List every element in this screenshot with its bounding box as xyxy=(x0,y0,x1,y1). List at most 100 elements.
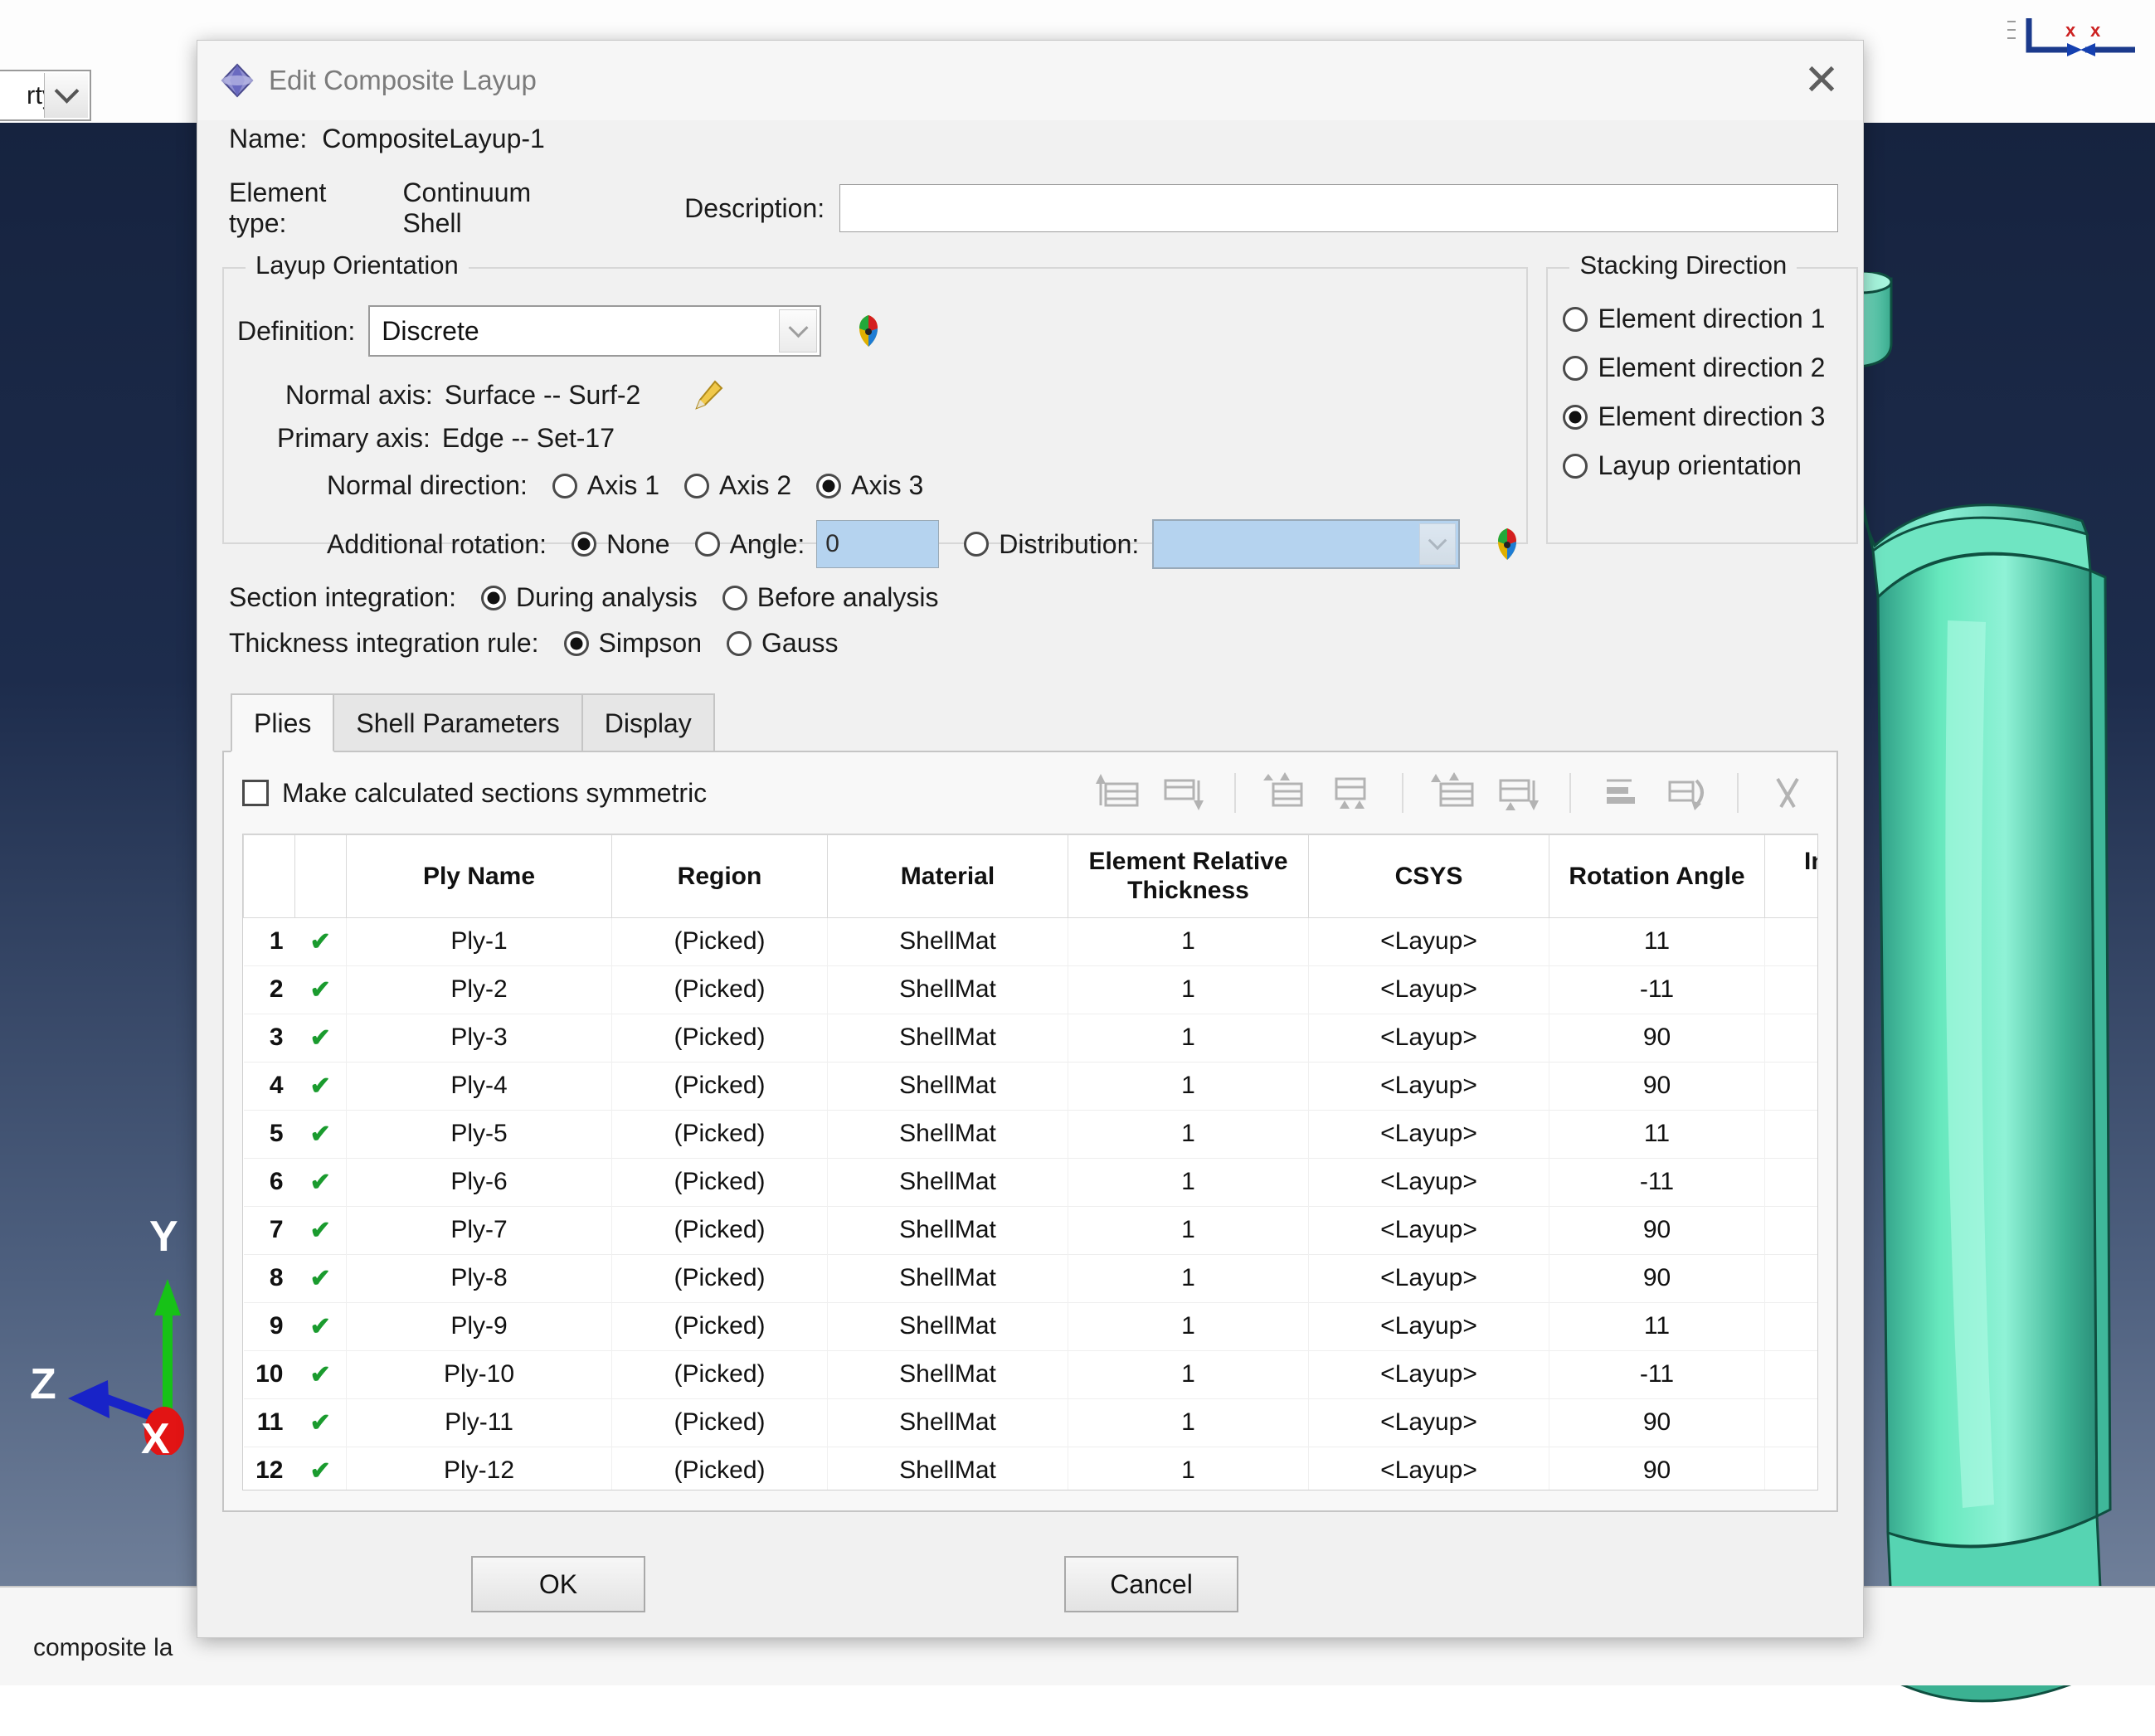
header-csys[interactable]: CSYS xyxy=(1309,835,1549,918)
radio-icon[interactable] xyxy=(1563,356,1588,381)
cell-region[interactable]: (Picked) xyxy=(612,917,828,965)
tab-plies[interactable]: Plies xyxy=(231,693,334,752)
distribution-combo[interactable] xyxy=(1152,519,1460,569)
section-integration-option-during-analysis[interactable]: During analysis xyxy=(481,582,698,613)
radio-icon[interactable] xyxy=(1563,307,1588,332)
cell-integration-points[interactable]: 3 xyxy=(1765,1254,1819,1302)
header-ply-name[interactable]: Ply Name xyxy=(347,835,612,918)
cell-csys[interactable]: <Layup> xyxy=(1309,1302,1549,1350)
chevron-down-icon[interactable] xyxy=(779,309,817,353)
angle-input[interactable] xyxy=(816,520,939,568)
cell-csys[interactable]: <Layup> xyxy=(1309,1447,1549,1490)
cell-integration-points[interactable]: 3 xyxy=(1765,1110,1819,1158)
cell-rotation-angle[interactable]: 90 xyxy=(1549,1447,1765,1490)
radio-icon[interactable] xyxy=(572,532,596,557)
ply-table-container[interactable]: Ply Name Region Material Element Relativ… xyxy=(242,834,1818,1490)
normal-direction-option-axis-2[interactable]: Axis 2 xyxy=(684,470,791,501)
cell-element-relative-thickness[interactable]: 1 xyxy=(1068,1350,1309,1398)
row-enabled-check[interactable]: ✔ xyxy=(295,1447,347,1490)
insert-row-after-icon[interactable] xyxy=(1155,769,1216,817)
description-input[interactable] xyxy=(839,184,1838,232)
cell-integration-points[interactable]: 3 xyxy=(1765,1014,1819,1062)
cell-rotation-angle[interactable]: 11 xyxy=(1549,1302,1765,1350)
cell-rotation-angle[interactable]: -11 xyxy=(1549,1350,1765,1398)
ok-button[interactable]: OK xyxy=(471,1556,645,1612)
cell-ply-name[interactable]: Ply-12 xyxy=(347,1447,612,1490)
table-row[interactable]: 3✔Ply-3(Picked)ShellMat1<Layup>903 xyxy=(244,1014,1819,1062)
cell-ply-name[interactable]: Ply-5 xyxy=(347,1110,612,1158)
header-element-relative-thickness[interactable]: Element Relative Thickness xyxy=(1068,835,1309,918)
radio-icon[interactable] xyxy=(564,631,589,656)
normal-direction-option-axis-3[interactable]: Axis 3 xyxy=(816,470,923,501)
cell-integration-points[interactable]: 3 xyxy=(1765,1158,1819,1206)
cell-element-relative-thickness[interactable]: 1 xyxy=(1068,1254,1309,1302)
thickness-integration-option-gauss[interactable]: Gauss xyxy=(727,628,838,659)
table-row[interactable]: 6✔Ply-6(Picked)ShellMat1<Layup>-113 xyxy=(244,1158,1819,1206)
row-enabled-check[interactable]: ✔ xyxy=(295,1014,347,1062)
cell-ply-name[interactable]: Ply-1 xyxy=(347,917,612,965)
table-row[interactable]: 1✔Ply-1(Picked)ShellMat1<Layup>113 xyxy=(244,917,1819,965)
chevron-down-icon[interactable] xyxy=(1419,523,1456,565)
cell-integration-points[interactable]: 3 xyxy=(1765,1398,1819,1447)
definition-combo[interactable]: Discrete xyxy=(368,305,821,357)
thickness-integration-option-simpson[interactable]: Simpson xyxy=(564,628,703,659)
cell-material[interactable]: ShellMat xyxy=(828,1447,1068,1490)
cell-ply-name[interactable]: Ply-11 xyxy=(347,1398,612,1447)
cell-material[interactable]: ShellMat xyxy=(828,1110,1068,1158)
duplicate-row-after-icon[interactable] xyxy=(1490,769,1551,817)
cell-csys[interactable]: <Layup> xyxy=(1309,1398,1549,1447)
cancel-button[interactable]: Cancel xyxy=(1064,1556,1238,1612)
row-enabled-check[interactable]: ✔ xyxy=(295,1158,347,1206)
cell-region[interactable]: (Picked) xyxy=(612,1398,828,1447)
radio-icon[interactable] xyxy=(727,631,752,656)
row-enabled-check[interactable]: ✔ xyxy=(295,1062,347,1110)
cell-element-relative-thickness[interactable]: 1 xyxy=(1068,917,1309,965)
table-row[interactable]: 9✔Ply-9(Picked)ShellMat1<Layup>113 xyxy=(244,1302,1819,1350)
property-module-combo[interactable]: rty xyxy=(0,70,91,121)
radio-icon[interactable] xyxy=(722,586,747,610)
pencil-edit-icon[interactable] xyxy=(690,377,727,413)
duplicate-row-before-icon[interactable] xyxy=(1422,769,1483,817)
cell-integration-points[interactable]: 3 xyxy=(1765,1302,1819,1350)
cell-csys[interactable]: <Layup> xyxy=(1309,1158,1549,1206)
row-enabled-check[interactable]: ✔ xyxy=(295,1206,347,1254)
cell-rotation-angle[interactable]: -11 xyxy=(1549,1158,1765,1206)
insert-row-before-icon[interactable] xyxy=(1087,769,1148,817)
cell-csys[interactable]: <Layup> xyxy=(1309,1014,1549,1062)
cell-csys[interactable]: <Layup> xyxy=(1309,965,1549,1014)
cell-region[interactable]: (Picked) xyxy=(612,1062,828,1110)
cell-material[interactable]: ShellMat xyxy=(828,965,1068,1014)
additional-rotation-option-none[interactable]: None xyxy=(572,529,670,560)
cell-rotation-angle[interactable]: 90 xyxy=(1549,1014,1765,1062)
radio-icon[interactable] xyxy=(552,474,577,498)
radio-icon[interactable] xyxy=(684,474,709,498)
header-material[interactable]: Material xyxy=(828,835,1068,918)
cell-region[interactable]: (Picked) xyxy=(612,1447,828,1490)
tab-display[interactable]: Display xyxy=(581,693,715,751)
cell-element-relative-thickness[interactable]: 1 xyxy=(1068,1302,1309,1350)
header-region[interactable]: Region xyxy=(612,835,828,918)
header-rotation-angle[interactable]: Rotation Angle xyxy=(1549,835,1765,918)
tab-shell-parameters[interactable]: Shell Parameters xyxy=(333,693,582,751)
table-row[interactable]: 12✔Ply-12(Picked)ShellMat1<Layup>903 xyxy=(244,1447,1819,1490)
cell-material[interactable]: ShellMat xyxy=(828,1254,1068,1302)
cell-csys[interactable]: <Layup> xyxy=(1309,917,1549,965)
cell-csys[interactable]: <Layup> xyxy=(1309,1350,1549,1398)
cell-ply-name[interactable]: Ply-4 xyxy=(347,1062,612,1110)
row-enabled-check[interactable]: ✔ xyxy=(295,1398,347,1447)
radio-icon[interactable] xyxy=(481,586,506,610)
cell-material[interactable]: ShellMat xyxy=(828,1014,1068,1062)
cell-element-relative-thickness[interactable]: 1 xyxy=(1068,1062,1309,1110)
radio-icon[interactable] xyxy=(1563,405,1588,430)
cell-integration-points[interactable]: 3 xyxy=(1765,1206,1819,1254)
table-row[interactable]: 2✔Ply-2(Picked)ShellMat1<Layup>-113 xyxy=(244,965,1819,1014)
table-row[interactable]: 5✔Ply-5(Picked)ShellMat1<Layup>113 xyxy=(244,1110,1819,1158)
cell-material[interactable]: ShellMat xyxy=(828,1158,1068,1206)
additional-rotation-option-distribution[interactable]: Distribution: xyxy=(964,529,1139,560)
cell-ply-name[interactable]: Ply-10 xyxy=(347,1350,612,1398)
cell-rotation-angle[interactable]: -11 xyxy=(1549,965,1765,1014)
cell-region[interactable]: (Picked) xyxy=(612,1158,828,1206)
stacking-option-layup-orientation[interactable]: Layup orientation xyxy=(1563,450,1856,481)
cell-region[interactable]: (Picked) xyxy=(612,965,828,1014)
csys-color-icon[interactable] xyxy=(849,312,888,350)
